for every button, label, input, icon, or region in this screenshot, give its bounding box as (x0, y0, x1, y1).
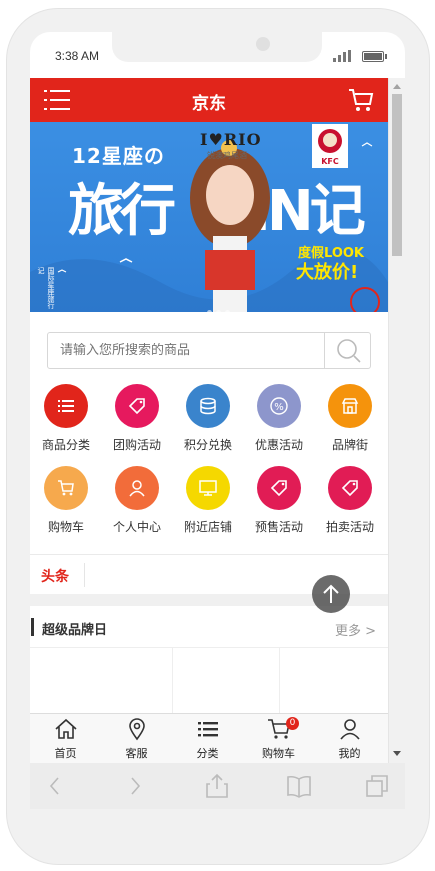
phone-notch (112, 32, 322, 62)
tab-mine[interactable]: 我的 (314, 714, 385, 764)
banner-side-text: 国际星座旅行记 (37, 267, 55, 309)
category-label: 购物车 (47, 520, 84, 534)
monitor-icon (186, 466, 230, 510)
category-item[interactable]: 商品分类 (30, 376, 102, 456)
svg-text:%: % (274, 402, 284, 413)
banner-headline-small: 12星座の (72, 144, 165, 168)
battery-icon (362, 51, 387, 62)
section-marker (31, 618, 34, 636)
more-link[interactable]: 更多 > (335, 620, 376, 639)
page-scrollbar[interactable] (388, 78, 405, 764)
banner-promo: 大放价! (296, 262, 359, 283)
search-icon (337, 339, 361, 363)
category-item[interactable]: % 优惠活动 (243, 376, 315, 456)
top-header: 京东 (30, 78, 388, 122)
percent-icon: % (257, 384, 301, 428)
bottom-tab-bar: 首页 客服 分类 0 购物车 我的 (30, 713, 388, 763)
tab-label: 我的 (338, 747, 361, 760)
brand-grid (30, 648, 388, 714)
list-icon (44, 384, 88, 428)
search-box (47, 332, 371, 369)
chevron-right-icon: > (365, 624, 376, 639)
search-input[interactable] (60, 343, 310, 358)
list-icon (198, 722, 218, 737)
tabs-icon[interactable] (364, 773, 390, 799)
category-label: 拍卖活动 (325, 520, 374, 534)
arrow-up-icon (323, 584, 339, 603)
status-time: 3:38 AM (55, 49, 100, 63)
category-label: 预售活动 (254, 520, 303, 534)
tab-cart[interactable]: 0 购物车 (243, 714, 314, 764)
tab-service[interactable]: 客服 (101, 714, 172, 764)
brand-cell[interactable] (173, 648, 280, 714)
category-label: 品牌街 (331, 438, 368, 452)
divider (84, 563, 85, 587)
category-item[interactable]: 个人中心 (101, 458, 173, 538)
category-label: 商品分类 (41, 438, 90, 452)
carousel-dots[interactable] (205, 300, 232, 312)
brand-cell[interactable] (30, 648, 173, 714)
banner-model-image (190, 140, 270, 312)
category-item[interactable]: 拍卖活动 (314, 458, 386, 538)
search-button[interactable] (324, 333, 370, 368)
tab-label: 购物车 (262, 747, 295, 760)
page-title: 京东 (192, 94, 226, 114)
brand-logo-kfc-text: KFC (321, 157, 339, 166)
category-item[interactable]: 购物车 (30, 458, 102, 538)
headline-tag: 头条 (41, 569, 69, 585)
category-item[interactable]: 附近店铺 (172, 458, 244, 538)
category-label: 积分兑换 (183, 438, 232, 452)
share-icon[interactable] (204, 773, 230, 799)
tag-icon (115, 384, 159, 428)
search-area (30, 312, 388, 376)
brand-day-section: 超级品牌日 更多 > (30, 606, 388, 714)
category-grid: 商品分类 团购活动 积分兑换 % 优惠活动 品牌街 购物车 个人中心 附近店铺 … (30, 376, 388, 554)
brand-cell[interactable] (280, 648, 388, 714)
brand-logo-rio: I♥RIO (200, 130, 262, 149)
brand-subtitle: 锐澳鸡尾酒 (207, 151, 247, 160)
scroll-down-arrow[interactable] (393, 751, 401, 756)
tab-label: 首页 (54, 747, 77, 760)
back-to-top-button[interactable] (312, 575, 350, 613)
brand-logo-kfc: KFC (312, 124, 348, 168)
coins-icon (186, 384, 230, 428)
brand-day-title: 超级品牌日 (42, 623, 108, 638)
tag-icon (257, 466, 301, 510)
category-item[interactable]: 积分兑换 (172, 376, 244, 456)
home-icon (55, 718, 77, 739)
category-item[interactable]: 预售活动 (243, 458, 315, 538)
bookmarks-icon[interactable] (286, 773, 312, 799)
user-icon (115, 466, 159, 510)
category-label: 个人中心 (112, 520, 161, 534)
more-label: 更多 (334, 624, 361, 639)
category-label: 优惠活动 (254, 438, 303, 452)
tab-home[interactable]: 首页 (30, 714, 101, 764)
tab-category[interactable]: 分类 (172, 714, 243, 764)
banner-headline-left: 旅行 (68, 179, 176, 244)
location-pin-icon (129, 718, 145, 741)
tab-label: 分类 (196, 747, 219, 760)
category-item[interactable]: 团购活动 (101, 376, 173, 456)
back-arrow-icon[interactable] (42, 773, 68, 799)
scroll-thumb[interactable] (392, 94, 402, 256)
category-label: 附近店铺 (183, 520, 232, 534)
tag-icon (328, 466, 372, 510)
scroll-up-arrow[interactable] (393, 84, 401, 89)
web-viewport: 京东 12星座の 旅行 IN记 度假LOOK 大放价! 国际星座旅行记 请输入您… (30, 78, 388, 714)
signal-icon (333, 50, 353, 62)
browser-toolbar (30, 763, 405, 809)
cart-icon[interactable] (348, 87, 374, 113)
cart-icon (44, 466, 88, 510)
camera-dot (256, 37, 270, 51)
category-label: 团购活动 (112, 438, 161, 452)
cart-badge: 0 (286, 717, 299, 730)
forward-arrow-icon[interactable] (122, 773, 148, 799)
store-icon (328, 384, 372, 428)
tab-label: 客服 (125, 747, 148, 760)
category-item[interactable]: 品牌街 (314, 376, 386, 456)
user-icon (340, 719, 360, 740)
